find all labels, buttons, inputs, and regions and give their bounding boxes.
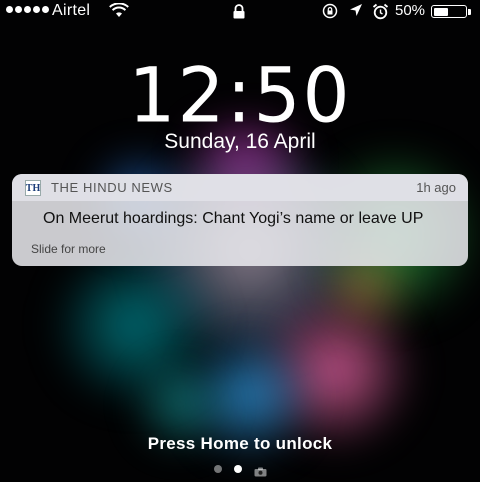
rotation-lock-icon [322,3,338,23]
status-bar: Airtel 50% [0,0,480,22]
signal-strength-icon [6,6,49,13]
battery-icon [431,5,467,18]
carrier-name: Airtel [52,2,91,19]
lock-screen-date: Sunday, 16 April [164,130,316,153]
notification-time: 1h ago [416,180,456,195]
battery-tip [468,9,471,15]
notification-header: TH THE HINDU NEWS 1h ago [12,174,468,201]
unlock-hint: Press Home to unlock [147,434,333,453]
notification-app-name: THE HINDU NEWS [51,180,173,195]
battery-percentage: 50% [395,2,426,19]
notification-title: On Meerut hoardings: Chant Yogi’s name o… [43,210,424,227]
page-dot[interactable] [214,465,222,473]
lock-screen-clock: 12:50 [128,52,352,140]
page-indicator[interactable] [0,464,480,477]
the-hindu-app-icon: TH [25,180,41,196]
wifi-icon [109,2,129,22]
camera-icon[interactable] [254,464,267,477]
notification-action-hint: Slide for more [31,242,106,256]
page-dot-active[interactable] [234,465,242,473]
location-icon [349,3,363,22]
lock-icon [232,4,246,23]
alarm-icon [372,3,389,24]
